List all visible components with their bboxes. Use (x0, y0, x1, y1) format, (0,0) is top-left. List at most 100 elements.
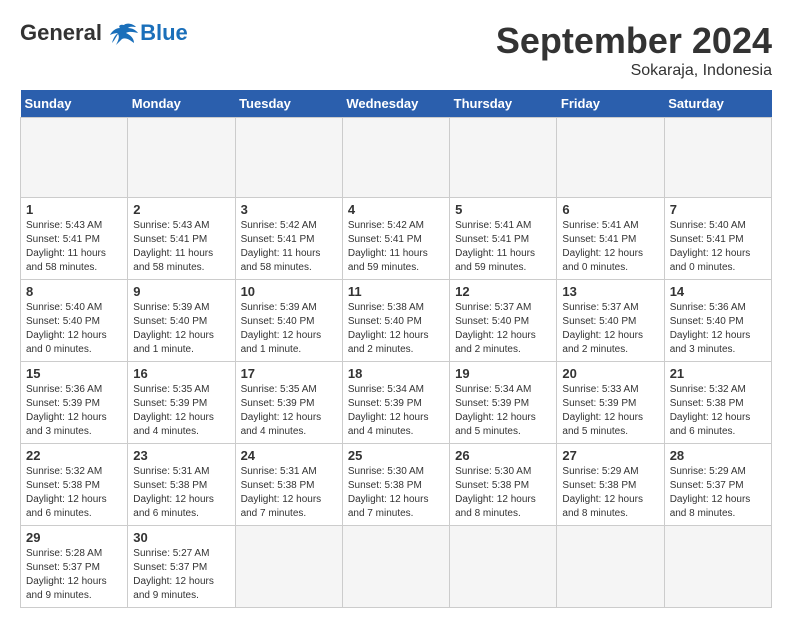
day-number: 15 (26, 366, 122, 381)
table-row: 26 Sunrise: 5:30 AM Sunset: 5:38 PM Dayli… (450, 444, 557, 526)
day-number: 4 (348, 202, 444, 217)
table-row: 14 Sunrise: 5:36 AM Sunset: 5:40 PM Dayli… (664, 280, 771, 362)
calendar-week-row: 1 Sunrise: 5:43 AM Sunset: 5:41 PM Daylig… (21, 198, 772, 280)
col-saturday: Saturday (664, 90, 771, 118)
table-row: 11 Sunrise: 5:38 AM Sunset: 5:40 PM Dayli… (342, 280, 449, 362)
logo: General Blue (20, 20, 188, 45)
table-row: 23 Sunrise: 5:31 AM Sunset: 5:38 PM Dayli… (128, 444, 235, 526)
table-row (342, 526, 449, 608)
day-info: Sunrise: 5:41 AM Sunset: 5:41 PM Dayligh… (562, 219, 658, 275)
day-info: Sunrise: 5:36 AM Sunset: 5:40 PM Dayligh… (670, 301, 766, 357)
day-info: Sunrise: 5:27 AM Sunset: 5:37 PM Dayligh… (133, 547, 229, 603)
day-info: Sunrise: 5:31 AM Sunset: 5:38 PM Dayligh… (133, 465, 229, 521)
day-info: Sunrise: 5:29 AM Sunset: 5:38 PM Dayligh… (562, 465, 658, 521)
table-row: 7 Sunrise: 5:40 AM Sunset: 5:41 PM Daylig… (664, 198, 771, 280)
month-title: September 2024 (496, 20, 772, 62)
day-info: Sunrise: 5:35 AM Sunset: 5:39 PM Dayligh… (241, 383, 337, 439)
day-info: Sunrise: 5:31 AM Sunset: 5:38 PM Dayligh… (241, 465, 337, 521)
day-info: Sunrise: 5:42 AM Sunset: 5:41 PM Dayligh… (348, 219, 444, 275)
table-row: 19 Sunrise: 5:34 AM Sunset: 5:39 PM Dayli… (450, 362, 557, 444)
title-block: September 2024 Sokaraja, Indonesia (496, 20, 772, 80)
table-row: 5 Sunrise: 5:41 AM Sunset: 5:41 PM Daylig… (450, 198, 557, 280)
day-number: 1 (26, 202, 122, 217)
logo-text-general: General (20, 20, 102, 45)
day-info: Sunrise: 5:42 AM Sunset: 5:41 PM Dayligh… (241, 219, 337, 275)
day-number: 3 (241, 202, 337, 217)
col-wednesday: Wednesday (342, 90, 449, 118)
day-number: 20 (562, 366, 658, 381)
day-number: 12 (455, 284, 551, 299)
day-number: 26 (455, 448, 551, 463)
logo-bird-icon (110, 23, 138, 45)
day-number: 23 (133, 448, 229, 463)
day-number: 14 (670, 284, 766, 299)
day-info: Sunrise: 5:39 AM Sunset: 5:40 PM Dayligh… (133, 301, 229, 357)
day-number: 13 (562, 284, 658, 299)
day-number: 11 (348, 284, 444, 299)
day-info: Sunrise: 5:29 AM Sunset: 5:37 PM Dayligh… (670, 465, 766, 521)
day-info: Sunrise: 5:33 AM Sunset: 5:39 PM Dayligh… (562, 383, 658, 439)
day-info: Sunrise: 5:32 AM Sunset: 5:38 PM Dayligh… (670, 383, 766, 439)
calendar-week-row: 8Sunrise: 5:40 AM Sunset: 5:40 PM Daylig… (21, 280, 772, 362)
day-number: 18 (348, 366, 444, 381)
day-number: 5 (455, 202, 551, 217)
day-number: 30 (133, 530, 229, 545)
table-row: 25 Sunrise: 5:30 AM Sunset: 5:38 PM Dayli… (342, 444, 449, 526)
day-info: Sunrise: 5:36 AM Sunset: 5:39 PM Dayligh… (26, 383, 122, 439)
table-row: 24Sunrise: 5:31 AM Sunset: 5:38 PM Dayli… (235, 444, 342, 526)
table-row: 12 Sunrise: 5:37 AM Sunset: 5:40 PM Dayli… (450, 280, 557, 362)
table-row: 8Sunrise: 5:40 AM Sunset: 5:40 PM Daylig… (21, 280, 128, 362)
day-number: 25 (348, 448, 444, 463)
table-row: 20 Sunrise: 5:33 AM Sunset: 5:39 PM Dayli… (557, 362, 664, 444)
table-row (128, 118, 235, 198)
table-row (21, 118, 128, 198)
calendar-table: Sunday Monday Tuesday Wednesday Thursday… (20, 90, 772, 608)
day-number: 7 (670, 202, 766, 217)
table-row: 10Sunrise: 5:39 AM Sunset: 5:40 PM Dayli… (235, 280, 342, 362)
table-row: 16 Sunrise: 5:35 AM Sunset: 5:39 PM Dayli… (128, 362, 235, 444)
table-row: 9 Sunrise: 5:39 AM Sunset: 5:40 PM Daylig… (128, 280, 235, 362)
day-info: Sunrise: 5:30 AM Sunset: 5:38 PM Dayligh… (348, 465, 444, 521)
table-row: 27 Sunrise: 5:29 AM Sunset: 5:38 PM Dayli… (557, 444, 664, 526)
table-row (450, 118, 557, 198)
day-info: Sunrise: 5:30 AM Sunset: 5:38 PM Dayligh… (455, 465, 551, 521)
day-info: Sunrise: 5:41 AM Sunset: 5:41 PM Dayligh… (455, 219, 551, 275)
day-number: 27 (562, 448, 658, 463)
day-number: 19 (455, 366, 551, 381)
day-number: 22 (26, 448, 122, 463)
table-row: 29Sunrise: 5:28 AM Sunset: 5:37 PM Dayli… (21, 526, 128, 608)
table-row: 2Sunrise: 5:43 AM Sunset: 5:41 PM Daylig… (128, 198, 235, 280)
day-info: Sunrise: 5:38 AM Sunset: 5:40 PM Dayligh… (348, 301, 444, 357)
table-row: 3 Sunrise: 5:42 AM Sunset: 5:41 PM Daylig… (235, 198, 342, 280)
table-row (557, 118, 664, 198)
table-row: 6 Sunrise: 5:41 AM Sunset: 5:41 PM Daylig… (557, 198, 664, 280)
day-number: 6 (562, 202, 658, 217)
day-info: Sunrise: 5:40 AM Sunset: 5:41 PM Dayligh… (670, 219, 766, 275)
table-row: 18Sunrise: 5:34 AM Sunset: 5:39 PM Dayli… (342, 362, 449, 444)
day-info: Sunrise: 5:40 AM Sunset: 5:40 PM Dayligh… (26, 301, 122, 357)
col-friday: Friday (557, 90, 664, 118)
calendar-week-row (21, 118, 772, 198)
location-subtitle: Sokaraja, Indonesia (496, 62, 772, 80)
calendar-week-row: 29Sunrise: 5:28 AM Sunset: 5:37 PM Dayli… (21, 526, 772, 608)
day-number: 2 (133, 202, 229, 217)
day-info: Sunrise: 5:37 AM Sunset: 5:40 PM Dayligh… (455, 301, 551, 357)
table-row: 17 Sunrise: 5:35 AM Sunset: 5:39 PM Dayli… (235, 362, 342, 444)
table-row (664, 526, 771, 608)
day-info: Sunrise: 5:43 AM Sunset: 5:41 PM Dayligh… (26, 219, 122, 275)
calendar-week-row: 15 Sunrise: 5:36 AM Sunset: 5:39 PM Dayli… (21, 362, 772, 444)
col-tuesday: Tuesday (235, 90, 342, 118)
col-thursday: Thursday (450, 90, 557, 118)
day-info: Sunrise: 5:35 AM Sunset: 5:39 PM Dayligh… (133, 383, 229, 439)
table-row: 21Sunrise: 5:32 AM Sunset: 5:38 PM Dayli… (664, 362, 771, 444)
table-row: 30 Sunrise: 5:27 AM Sunset: 5:37 PM Dayli… (128, 526, 235, 608)
page-header: General Blue September 2024 Sokaraja, In… (20, 20, 772, 80)
day-info: Sunrise: 5:37 AM Sunset: 5:40 PM Dayligh… (562, 301, 658, 357)
table-row: 22 Sunrise: 5:32 AM Sunset: 5:38 PM Dayli… (21, 444, 128, 526)
table-row (235, 526, 342, 608)
day-number: 17 (241, 366, 337, 381)
day-number: 16 (133, 366, 229, 381)
day-number: 9 (133, 284, 229, 299)
day-info: Sunrise: 5:32 AM Sunset: 5:38 PM Dayligh… (26, 465, 122, 521)
day-info: Sunrise: 5:34 AM Sunset: 5:39 PM Dayligh… (455, 383, 551, 439)
